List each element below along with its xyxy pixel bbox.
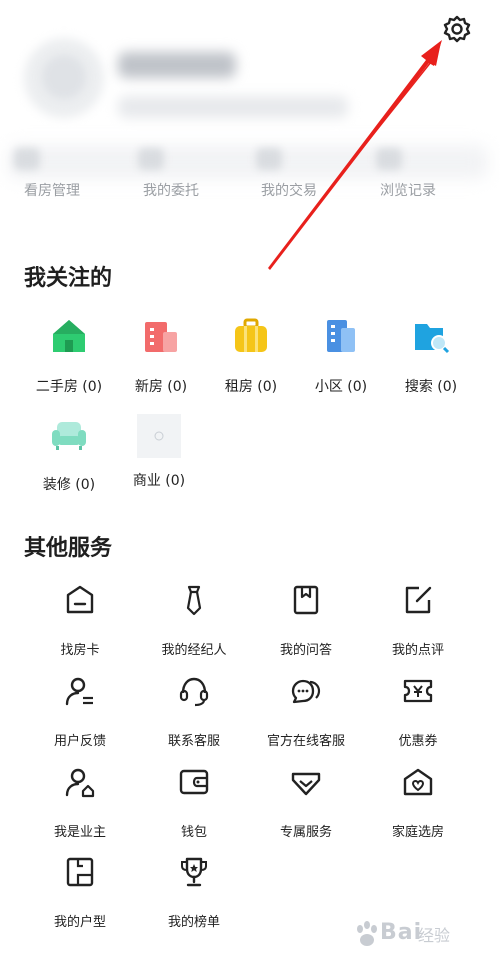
- wallet-icon: [179, 769, 209, 795]
- follow-item-rent[interactable]: 租房 (0): [206, 316, 296, 406]
- user-subtitle-blurred: [118, 96, 348, 118]
- quick-tab-viewing-management[interactable]: 看房管理: [0, 140, 120, 206]
- user-feedback-icon: [65, 677, 93, 706]
- follow-item-label: 二手房 (0): [35, 379, 103, 395]
- tie-icon: [186, 585, 202, 616]
- quick-tab-label: 我的交易: [261, 183, 317, 199]
- service-my-rankings[interactable]: 我的榜单: [136, 855, 252, 937]
- follow-item-decoration[interactable]: 装修 (0): [24, 414, 114, 504]
- bookmark-icon: [293, 585, 319, 615]
- follow-item-community[interactable]: 小区 (0): [296, 316, 386, 406]
- quick-tab-icon: [138, 148, 164, 170]
- headset-icon: [179, 677, 209, 707]
- service-contact-support[interactable]: 联系客服: [136, 674, 252, 756]
- settings-gear-icon[interactable]: [440, 12, 474, 46]
- services-section-title: 其他服务: [24, 536, 113, 561]
- service-exclusive[interactable]: 专属服务: [248, 765, 364, 847]
- follow-item-label: 租房 (0): [224, 379, 278, 395]
- service-my-qa[interactable]: 我的问答: [248, 583, 364, 665]
- service-label: 联系客服: [167, 734, 220, 749]
- service-label: 我的问答: [279, 643, 332, 658]
- chat-icon: [291, 679, 321, 704]
- sofa-icon: [52, 422, 86, 450]
- edit-icon: [405, 586, 432, 614]
- service-coupons[interactable]: 优惠券: [360, 674, 476, 756]
- watermark-subtext: 经验: [418, 926, 451, 945]
- quick-tab-label: 看房管理: [24, 183, 80, 199]
- follow-item-label: 商业 (0): [132, 473, 186, 489]
- service-my-floorplan[interactable]: 我的户型: [22, 855, 138, 937]
- follow-item-label: 搜索 (0): [404, 379, 458, 395]
- quick-tab-my-entrust[interactable]: 我的委托: [118, 140, 238, 206]
- follow-item-second-hand[interactable]: 二手房 (0): [24, 316, 114, 406]
- heart-shield-icon: [291, 772, 321, 796]
- service-family-house-selection[interactable]: 家庭选房: [360, 765, 476, 847]
- baidu-watermark: Bai 经验: [352, 914, 482, 958]
- family-house-icon: [403, 768, 433, 796]
- folder-search-icon: [415, 324, 450, 354]
- follow-item-search[interactable]: 搜索 (0): [386, 316, 476, 406]
- service-label: 钱包: [180, 825, 207, 840]
- quick-tab-icon: [14, 148, 40, 170]
- service-house-card[interactable]: 找房卡: [22, 583, 138, 665]
- service-label: 我的经纪人: [161, 643, 227, 658]
- quick-tab-icon: [376, 148, 402, 170]
- owner-icon: [65, 768, 95, 798]
- service-my-reviews[interactable]: 我的点评: [360, 583, 476, 665]
- quick-tab-label: 我的委托: [143, 183, 199, 199]
- paw-logo-icon: [357, 921, 377, 946]
- service-i-am-owner[interactable]: 我是业主: [22, 765, 138, 847]
- follow-item-new-house[interactable]: 新房 (0): [116, 316, 206, 406]
- username-blurred: [118, 52, 236, 78]
- service-label: 我的榜单: [167, 915, 220, 930]
- follow-item-label: 小区 (0): [314, 379, 368, 395]
- service-label: 家庭选房: [391, 825, 444, 840]
- quick-tab-browse-history[interactable]: 浏览记录: [354, 140, 474, 206]
- watermark-text: Bai: [380, 920, 423, 945]
- service-wallet[interactable]: 钱包: [136, 765, 252, 847]
- avatar-inner: [42, 55, 86, 99]
- service-label: 我的点评: [391, 643, 444, 658]
- trophy-icon: [181, 857, 207, 887]
- suitcase-icon: [235, 318, 267, 352]
- service-label: 我的户型: [53, 915, 106, 930]
- apartment-icon: [327, 320, 355, 352]
- follow-item-label: 装修 (0): [42, 477, 96, 493]
- quick-tab-label: 浏览记录: [380, 183, 436, 199]
- service-label: 优惠券: [398, 734, 438, 749]
- coupon-icon: [403, 679, 433, 703]
- building-icon: [145, 322, 177, 352]
- follow-item-label: 新房 (0): [134, 379, 188, 395]
- card-icon: [66, 585, 94, 614]
- service-my-agent[interactable]: 我的经纪人: [136, 583, 252, 665]
- service-label: 专属服务: [279, 825, 332, 840]
- service-label: 官方在线客服: [266, 734, 345, 749]
- placeholder-icon: [137, 414, 181, 458]
- service-official-online-support[interactable]: 官方在线客服: [248, 674, 364, 756]
- floorplan-icon: [66, 857, 94, 887]
- house-icon: [53, 320, 85, 352]
- service-user-feedback[interactable]: 用户反馈: [22, 674, 138, 756]
- quick-tab-my-transactions[interactable]: 我的交易: [236, 140, 356, 206]
- follow-section-title: 我关注的: [24, 266, 113, 291]
- quick-tabs: 看房管理 我的委托 我的交易 浏览记录: [0, 140, 500, 206]
- service-label: 用户反馈: [53, 734, 106, 749]
- follow-item-commercial[interactable]: 商业 (0): [114, 414, 204, 504]
- quick-tab-icon: [256, 148, 282, 170]
- service-label: 我是业主: [53, 825, 106, 840]
- service-label: 找房卡: [60, 643, 100, 658]
